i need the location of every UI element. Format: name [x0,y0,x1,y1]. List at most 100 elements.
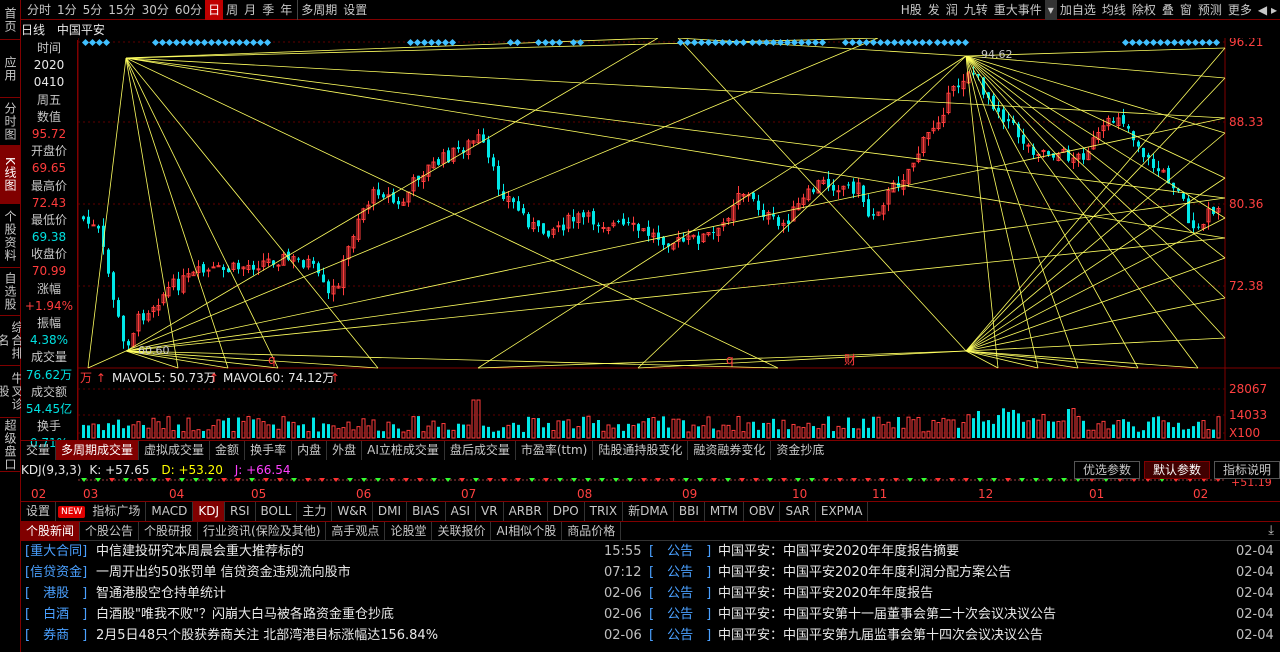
news-headline[interactable]: 一周开出约50张罚单 信贷资金违规流向股市 [96,562,351,583]
tech-tab[interactable]: SAR [780,502,816,521]
left-nav-item-0[interactable]: 首页 [0,0,20,40]
news-tab[interactable]: 行业资讯(保险及其他) [198,522,327,541]
indicator-tab[interactable]: 虚拟成交量 [139,441,211,460]
tech-tab[interactable]: EXPMA [816,502,869,521]
announcement-headline[interactable]: 中国平安：中国平安2020年年度报告 [718,583,933,604]
announcement-headline[interactable]: 中国平安：中国平安2020年年度利润分配方案公告 [718,562,1011,583]
news-tab[interactable]: 个股新闻 [21,522,81,541]
news-tab[interactable]: 个股研报 [139,522,199,541]
left-nav-item-3[interactable]: K线图 [0,146,20,204]
toolbar-button[interactable]: 叠 [1159,0,1177,20]
period-tab[interactable]: 分时 [24,0,54,20]
indicator-tab[interactable]: 金额 [210,441,246,460]
kline-chart[interactable]: 96.21 88.33 80.36 72.38 28067 14033 X100 94.62 6… [78,38,1280,440]
download-icon[interactable]: ⤓ [1268,523,1274,538]
announcement-headline[interactable]: 中国平安：中国平安2020年年度报告摘要 [718,541,959,562]
left-nav-item-6[interactable]: 综合排名 [0,316,24,366]
indicator-tab[interactable]: 内盘 [292,441,328,460]
tech-tab[interactable]: VR [476,502,504,521]
indicator-tab[interactable]: 多周期成交量 [56,441,140,460]
left-nav-item-2[interactable]: 分时图 [0,98,20,146]
kdj-param-button[interactable]: 指标说明 [1213,461,1280,479]
indicator-tab[interactable]: 交量 [21,441,57,460]
left-nav-item-7[interactable]: 牛叉诊股 [0,366,24,418]
news-headline[interactable]: 智通港股空仓持单统计 [96,583,226,604]
period-tab[interactable]: 日 [205,0,224,20]
tech-tab[interactable]: 设置 [21,502,57,521]
tech-tab[interactable]: 主力 [297,502,333,521]
period-tab[interactable]: 设置 [340,0,370,20]
period-tab[interactable]: 60分 [172,0,205,20]
indicator-tab[interactable]: 换手率 [245,441,293,460]
tech-tab[interactable]: ARBR [504,502,548,521]
volume-bar [651,416,656,439]
indicator-tab[interactable]: AI立桩成交量 [362,441,445,460]
news-tab[interactable]: 关联报价 [432,522,492,541]
tech-tab[interactable]: KDJ [193,502,225,521]
period-tab[interactable]: 季 [259,0,277,20]
toolbar-button[interactable]: 重大事件 [991,0,1045,20]
toolbar-button[interactable]: 除权 [1129,0,1159,20]
tech-tab[interactable]: MACD [146,502,194,521]
tech-tab[interactable]: ASI [446,502,477,521]
announcement-headline[interactable]: 中国平安：中国平安第九届监事会第十四次会议决议公告 [718,625,1043,646]
toolbar-button[interactable]: 窗 [1177,0,1195,20]
kdj-param-button[interactable]: 优选参数 [1073,461,1140,479]
volume-bar [1177,422,1180,438]
dropdown-icon[interactable]: ▾ [1044,0,1057,20]
period-tab[interactable]: 月 [241,0,259,20]
toolbar-button[interactable]: 均线 [1099,0,1129,20]
indicator-tab[interactable]: 外盘 [327,441,363,460]
tech-tab[interactable]: RSI [225,502,256,521]
period-tab[interactable]: 年 [277,0,295,20]
news-headline[interactable]: 白酒股"唯我不败"？闪崩大白马被各路资金重仓抄底 [96,604,394,625]
period-tab[interactable]: 1分 [54,0,80,20]
tech-tab[interactable]: TRIX [585,502,624,521]
tech-tab[interactable]: OBV [744,502,781,521]
indicator-tab[interactable]: 资金抄底 [771,441,829,460]
tech-tab[interactable]: MTM [705,502,744,521]
tech-tab[interactable]: DPO [548,502,585,521]
period-tab[interactable]: 15分 [105,0,138,20]
period-tab[interactable]: 多周期 [297,0,340,20]
period-tab[interactable]: 5分 [80,0,106,20]
toolbar-button[interactable]: 润 [943,0,961,20]
left-nav-item-1[interactable]: 应用 [0,40,20,98]
tech-tab[interactable]: BBI [674,502,705,521]
tech-tab[interactable]: BOLL [256,502,298,521]
left-nav-item-5[interactable]: 自选股 [0,268,20,316]
left-nav-item-8[interactable]: 超级盘口 [0,418,20,472]
gann-lines [87,38,1226,369]
event-mark[interactable]: q [268,353,276,367]
toolbar-button[interactable]: 加自选 [1057,0,1099,20]
toolbar-button[interactable]: 九转 [961,0,991,20]
toolbar-button[interactable]: 更多 [1225,0,1255,20]
tech-tab[interactable]: DMI [373,502,408,521]
tech-tab[interactable]: BIAS [407,502,446,521]
tech-tab[interactable]: 指标广场 [87,502,147,521]
event-mark[interactable]: 财 [844,353,856,367]
left-nav-item-4[interactable]: 个股资料 [0,204,20,268]
tech-tab[interactable]: 新DMA [623,502,674,521]
indicator-tab[interactable]: 盘后成交量 [445,441,516,460]
indicator-tab[interactable]: 市盈率(ttm) [516,441,594,460]
news-tab[interactable]: 论股堂 [385,522,433,541]
news-headline[interactable]: 中信建投研究本周晨会重大推荐标的 [96,541,304,562]
nav-arrows-icon[interactable]: ◀ ▸ [1255,0,1280,20]
toolbar-button[interactable]: H股 [898,0,925,20]
news-headline[interactable]: 2月5日48只个股获券商关注 北部湾港目标涨幅达156.84% [96,625,438,646]
toolbar-button[interactable]: 发 [925,0,943,20]
news-tab[interactable]: 商品价格 [562,522,622,541]
event-mark[interactable]: q [726,353,734,367]
period-tab[interactable]: 30分 [139,0,172,20]
indicator-tab[interactable]: 陆股通持股变化 [593,441,689,460]
tech-tab[interactable]: W&R [332,502,373,521]
announcement-headline[interactable]: 中国平安：中国平安第十一届董事会第二十次会议决议公告 [718,604,1056,625]
news-tab[interactable]: 高手观点 [326,522,386,541]
indicator-tab[interactable]: 融资融券变化 [688,441,772,460]
kdj-param-button[interactable]: 默认参数 [1143,461,1210,479]
news-tab[interactable]: 个股公告 [80,522,140,541]
news-tab[interactable]: AI相似个股 [491,522,563,541]
toolbar-button[interactable]: 预测 [1195,0,1225,20]
period-tab[interactable]: 周 [223,0,241,20]
